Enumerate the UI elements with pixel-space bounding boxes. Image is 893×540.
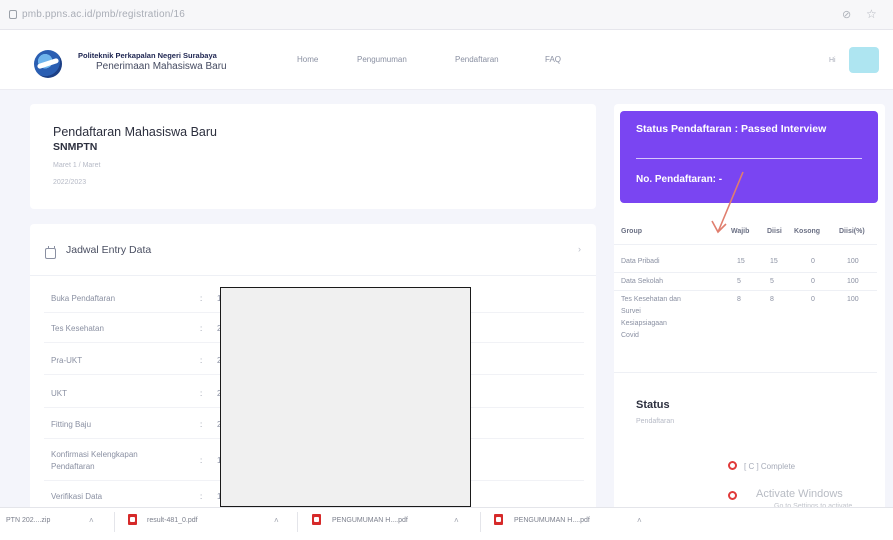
colon: : — [200, 389, 203, 398]
chevron-up-icon[interactable]: ˄ — [637, 516, 642, 525]
nav-pendaftaran[interactable]: Pendaftaran — [455, 55, 499, 64]
nav-faq[interactable]: FAQ — [545, 55, 561, 64]
pdf-icon — [128, 514, 137, 525]
registration-year: 2022/2023 — [53, 179, 87, 186]
download-item-name[interactable]: PENGUMUMAN H....pdf — [514, 517, 590, 524]
table-cell: 8 — [737, 296, 741, 303]
table-divider — [614, 290, 877, 291]
table-cell: 5 — [737, 278, 741, 285]
divider — [30, 275, 596, 276]
schedule-row-label: Verifikasi Data — [51, 492, 103, 501]
calendar-icon — [45, 246, 56, 259]
chevron-up-icon[interactable]: ˄ — [454, 516, 459, 525]
lock-icon — [9, 10, 17, 19]
table-cell: 15 — [770, 258, 778, 265]
colon: : — [200, 456, 203, 465]
schedule-row-label: Konfirmasi Kelengkapan — [51, 450, 138, 459]
schedule-row-label: Tes Kesehatan — [51, 324, 104, 333]
table-cell: 100 — [847, 258, 859, 265]
table-cell: 0 — [811, 258, 815, 265]
pdf-icon — [312, 514, 321, 525]
nav-pengumuman[interactable]: Pengumuman — [357, 55, 407, 64]
col-pct: Diisi(%) — [839, 228, 865, 235]
status-legend-item: [ C ] Complete — [744, 462, 796, 471]
browser-address-bar[interactable]: pmb.ppns.ac.id/pmb/registration/16 ⊘ ☆ — [0, 0, 893, 30]
table-cell-group: Tes Kesehatan dan — [621, 296, 681, 303]
table-cell: 100 — [847, 278, 859, 285]
table-divider — [614, 244, 877, 245]
table-cell: 0 — [811, 278, 815, 285]
table-cell: 8 — [770, 296, 774, 303]
table-cell: 100 — [847, 296, 859, 303]
table-divider — [614, 372, 877, 373]
pdf-icon — [494, 514, 503, 525]
download-item-name[interactable]: result-481_0.pdf — [147, 517, 198, 524]
schedule-row-label: Buka Pendaftaran — [51, 294, 116, 303]
colon: : — [200, 324, 203, 333]
site-header — [0, 30, 893, 90]
schedule-title[interactable]: Jadwal Entry Data — [66, 244, 151, 256]
chevron-up-icon[interactable]: ˄ — [274, 516, 279, 525]
user-greeting: Hi — [829, 57, 836, 64]
table-cell: 15 — [737, 258, 745, 265]
col-group: Group — [621, 228, 642, 235]
col-diisi: Diisi — [767, 228, 782, 235]
colon: : — [200, 294, 203, 303]
zoom-icon[interactable]: ⊘ — [842, 8, 851, 21]
status-dot-icon — [728, 461, 737, 470]
registration-period: Maret 1 / Maret — [53, 162, 101, 169]
table-cell-group: Covid — [621, 332, 639, 339]
table-cell: 0 — [811, 296, 815, 303]
separator — [114, 512, 115, 532]
col-wajib: Wajib — [731, 228, 750, 235]
download-item-name[interactable]: PTN 202....zip — [6, 517, 50, 524]
status-title: Status Pendaftaran : Passed Interview — [636, 123, 827, 135]
schedule-row-label: Fitting Baju — [51, 420, 92, 429]
schedule-row-label: UKT — [51, 389, 67, 398]
colon: : — [200, 492, 203, 501]
redacted-block — [220, 287, 471, 507]
table-divider — [614, 272, 877, 273]
chevron-right-icon[interactable]: › — [578, 244, 581, 254]
activation-watermark: Activate Windows — [756, 488, 843, 500]
schedule-row-label: Pra-UKT — [51, 356, 83, 365]
status-dot-icon — [728, 491, 737, 500]
colon: : — [200, 356, 203, 365]
star-icon[interactable]: ☆ — [866, 7, 877, 21]
system-name: Penerimaan Mahasiswa Baru — [96, 61, 227, 72]
nav-home[interactable]: Home — [297, 55, 318, 64]
download-item-name[interactable]: PENGUMUMAN H....pdf — [332, 517, 408, 524]
page-title: Pendaftaran Mahasiswa Baru — [53, 125, 217, 139]
schedule-row-label-cont: Pendaftaran — [51, 462, 95, 471]
status-divider — [636, 158, 862, 159]
col-kosong: Kosong — [794, 228, 821, 235]
url-text[interactable]: pmb.ppns.ac.id/pmb/registration/16 — [22, 9, 185, 20]
table-cell-group: Survei — [621, 308, 641, 315]
status-heading: Status — [636, 399, 670, 411]
avatar[interactable] — [849, 47, 879, 73]
table-cell-group: Data Sekolah — [621, 278, 664, 285]
registration-card — [30, 104, 596, 209]
institution-name: Politeknik Perkapalan Negeri Surabaya — [78, 51, 217, 60]
chevron-up-icon[interactable]: ˄ — [89, 516, 94, 525]
separator — [297, 512, 298, 532]
colon: : — [200, 420, 203, 429]
status-subheading: Pendaftaran — [636, 418, 675, 425]
registration-number: No. Pendaftaran: - — [636, 174, 723, 185]
page-subtitle: SNMPTN — [53, 141, 98, 153]
separator — [480, 512, 481, 532]
table-cell-group: Data Pribadi — [621, 258, 660, 265]
table-cell: 5 — [770, 278, 774, 285]
table-cell-group: Kesiapsiagaan — [621, 320, 667, 327]
institution-logo[interactable] — [34, 50, 62, 78]
